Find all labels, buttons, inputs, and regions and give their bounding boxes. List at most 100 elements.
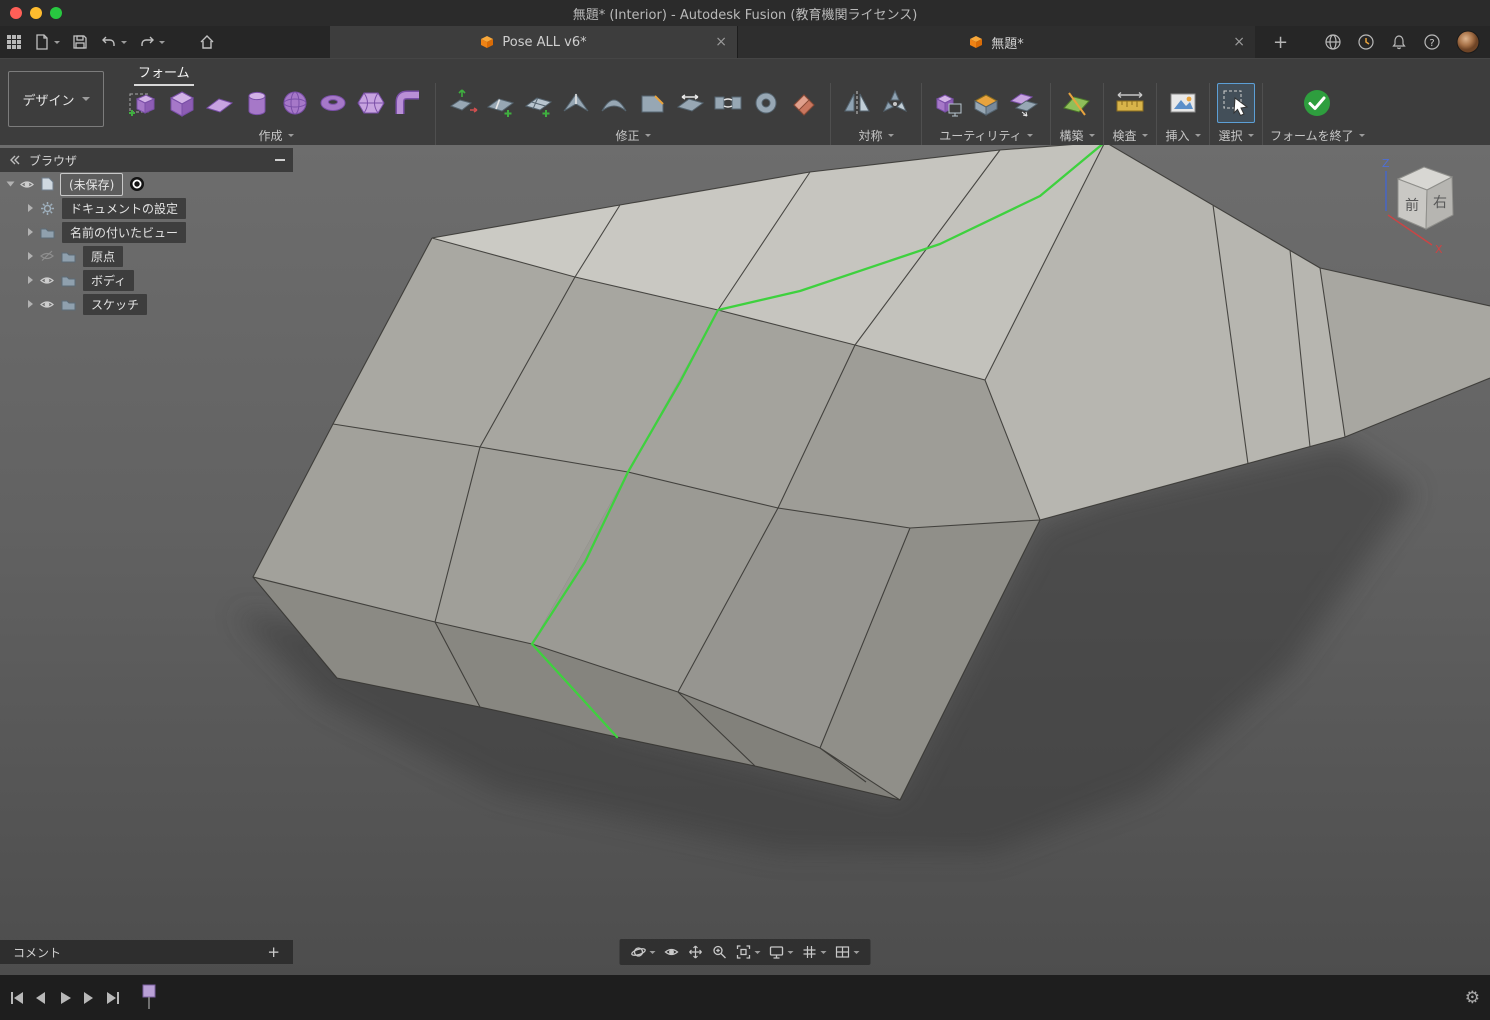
play-icon[interactable] xyxy=(56,989,74,1007)
uncrease-icon[interactable] xyxy=(595,83,633,123)
step-back-icon[interactable] xyxy=(32,989,50,1007)
browser-item-document-settings[interactable]: ドキュメントの設定 xyxy=(0,196,293,220)
item-label[interactable]: 名前の付いたビュー xyxy=(62,222,186,243)
panel-minimize-icon[interactable] xyxy=(275,159,285,161)
user-avatar[interactable] xyxy=(1456,30,1480,54)
bevel-edge-icon[interactable] xyxy=(633,83,671,123)
measure-icon[interactable] xyxy=(1111,83,1149,123)
chevron-down-icon[interactable] xyxy=(7,182,15,187)
finish-form-icon[interactable] xyxy=(1298,83,1336,123)
insert-image-icon[interactable] xyxy=(1164,83,1202,123)
pan-icon[interactable] xyxy=(684,944,708,960)
chevron-right-icon[interactable] xyxy=(28,300,33,308)
active-document-marker-icon[interactable] xyxy=(129,176,145,192)
pipe-icon[interactable] xyxy=(390,83,428,123)
zoom-window-button[interactable] xyxy=(50,7,62,19)
item-label[interactable]: ドキュメントの設定 xyxy=(62,198,186,219)
group-label-modify[interactable]: 修正 xyxy=(615,127,650,144)
skip-start-icon[interactable] xyxy=(8,989,26,1007)
root-document-label[interactable]: (未保存) xyxy=(61,174,122,195)
cylinder-icon[interactable] xyxy=(238,83,276,123)
mirror-internal-icon[interactable] xyxy=(838,83,876,123)
group-label-construct[interactable]: 構築 xyxy=(1059,127,1094,144)
eye-hidden-icon[interactable] xyxy=(40,250,54,262)
help-icon[interactable]: ? xyxy=(1423,33,1441,51)
job-status-clock-icon[interactable] xyxy=(1357,33,1375,51)
browser-item-named-views[interactable]: 名前の付いたビュー xyxy=(0,220,293,244)
close-window-button[interactable] xyxy=(10,7,22,19)
subdivide-icon[interactable] xyxy=(519,83,557,123)
group-label-finish-form[interactable]: フォームを終了 xyxy=(1270,127,1365,144)
group-label-create[interactable]: 作成 xyxy=(258,127,293,144)
browser-root-row[interactable]: (未保存) xyxy=(0,172,293,196)
display-mode-icon[interactable] xyxy=(929,83,967,123)
eye-icon[interactable] xyxy=(20,179,34,190)
chevron-right-icon[interactable] xyxy=(28,204,33,212)
home-icon[interactable] xyxy=(198,33,216,51)
insert-edge-icon[interactable] xyxy=(481,83,519,123)
viewports-icon[interactable] xyxy=(831,944,864,960)
save-icon[interactable] xyxy=(71,33,89,51)
slide-edge-icon[interactable] xyxy=(671,83,709,123)
look-at-icon[interactable] xyxy=(660,944,684,960)
erase-icon[interactable] xyxy=(785,83,823,123)
chevron-right-icon[interactable] xyxy=(28,228,33,236)
sphere-icon[interactable] xyxy=(276,83,314,123)
form-feature-marker-icon[interactable] xyxy=(140,983,158,1011)
group-label-select[interactable]: 選択 xyxy=(1218,127,1253,144)
item-label[interactable]: スケッチ xyxy=(83,294,147,315)
file-new-icon[interactable] xyxy=(33,33,60,51)
redo-icon[interactable] xyxy=(138,33,165,51)
repair-body-icon[interactable] xyxy=(967,83,1005,123)
zoom-icon[interactable] xyxy=(708,944,732,960)
torus-icon[interactable] xyxy=(314,83,352,123)
workspace-selector[interactable]: デザイン xyxy=(8,71,104,127)
fill-hole-icon[interactable] xyxy=(747,83,785,123)
item-label[interactable]: ボディ xyxy=(83,270,134,291)
group-label-utility[interactable]: ユーティリティ xyxy=(939,127,1033,144)
box-icon[interactable] xyxy=(162,83,200,123)
panel-collapse-icon[interactable] xyxy=(8,154,20,166)
tab-close-icon[interactable]: × xyxy=(1233,35,1245,49)
new-tab-button[interactable]: + xyxy=(1273,32,1288,53)
primitive-box-icon[interactable] xyxy=(124,83,162,123)
notifications-bell-icon[interactable] xyxy=(1390,33,1408,51)
browser-item-origin[interactable]: 原点 xyxy=(0,244,293,268)
tab-close-icon[interactable]: × xyxy=(715,35,727,49)
construct-plane-icon[interactable] xyxy=(1058,83,1096,123)
timeline-settings-gear-icon[interactable]: ⚙ xyxy=(1465,988,1480,1008)
eye-icon[interactable] xyxy=(40,299,54,310)
comments-bar[interactable]: コメント + xyxy=(0,940,293,964)
chevron-right-icon[interactable] xyxy=(28,252,33,260)
convert-icon[interactable] xyxy=(1005,83,1043,123)
group-label-insert[interactable]: 挿入 xyxy=(1165,127,1200,144)
orbit-icon[interactable] xyxy=(627,944,660,960)
web-globe-icon[interactable] xyxy=(1324,33,1342,51)
crease-icon[interactable] xyxy=(557,83,595,123)
display-settings-icon[interactable] xyxy=(765,944,798,960)
group-label-inspect[interactable]: 検査 xyxy=(1112,127,1147,144)
edit-form-icon[interactable] xyxy=(443,83,481,123)
minimize-window-button[interactable] xyxy=(30,7,42,19)
view-cube[interactable]: Z X 前 右 xyxy=(1374,153,1478,257)
grid-icon[interactable] xyxy=(798,944,831,960)
select-icon[interactable] xyxy=(1217,83,1255,123)
3d-viewport[interactable]: Z X 前 右 ブラウザ (未保存) xyxy=(0,145,1490,975)
group-label-symmetry[interactable]: 対称 xyxy=(858,127,893,144)
document-tab-untitled[interactable]: 無題* × xyxy=(737,26,1255,58)
undo-icon[interactable] xyxy=(100,33,127,51)
browser-item-bodies[interactable]: ボディ xyxy=(0,268,293,292)
skip-end-icon[interactable] xyxy=(104,989,122,1007)
item-label[interactable]: 原点 xyxy=(83,246,123,267)
browser-item-sketches[interactable]: スケッチ xyxy=(0,292,293,316)
document-tab-pose-all-v6[interactable]: Pose ALL v6* × xyxy=(330,26,737,58)
app-grid-icon[interactable] xyxy=(6,34,22,50)
eye-icon[interactable] xyxy=(40,275,54,286)
plane-icon[interactable] xyxy=(200,83,238,123)
fit-icon[interactable] xyxy=(732,944,765,960)
bridge-icon[interactable] xyxy=(709,83,747,123)
step-forward-icon[interactable] xyxy=(80,989,98,1007)
chevron-right-icon[interactable] xyxy=(28,276,33,284)
add-comment-button[interactable]: + xyxy=(267,943,280,961)
quadball-icon[interactable] xyxy=(352,83,390,123)
